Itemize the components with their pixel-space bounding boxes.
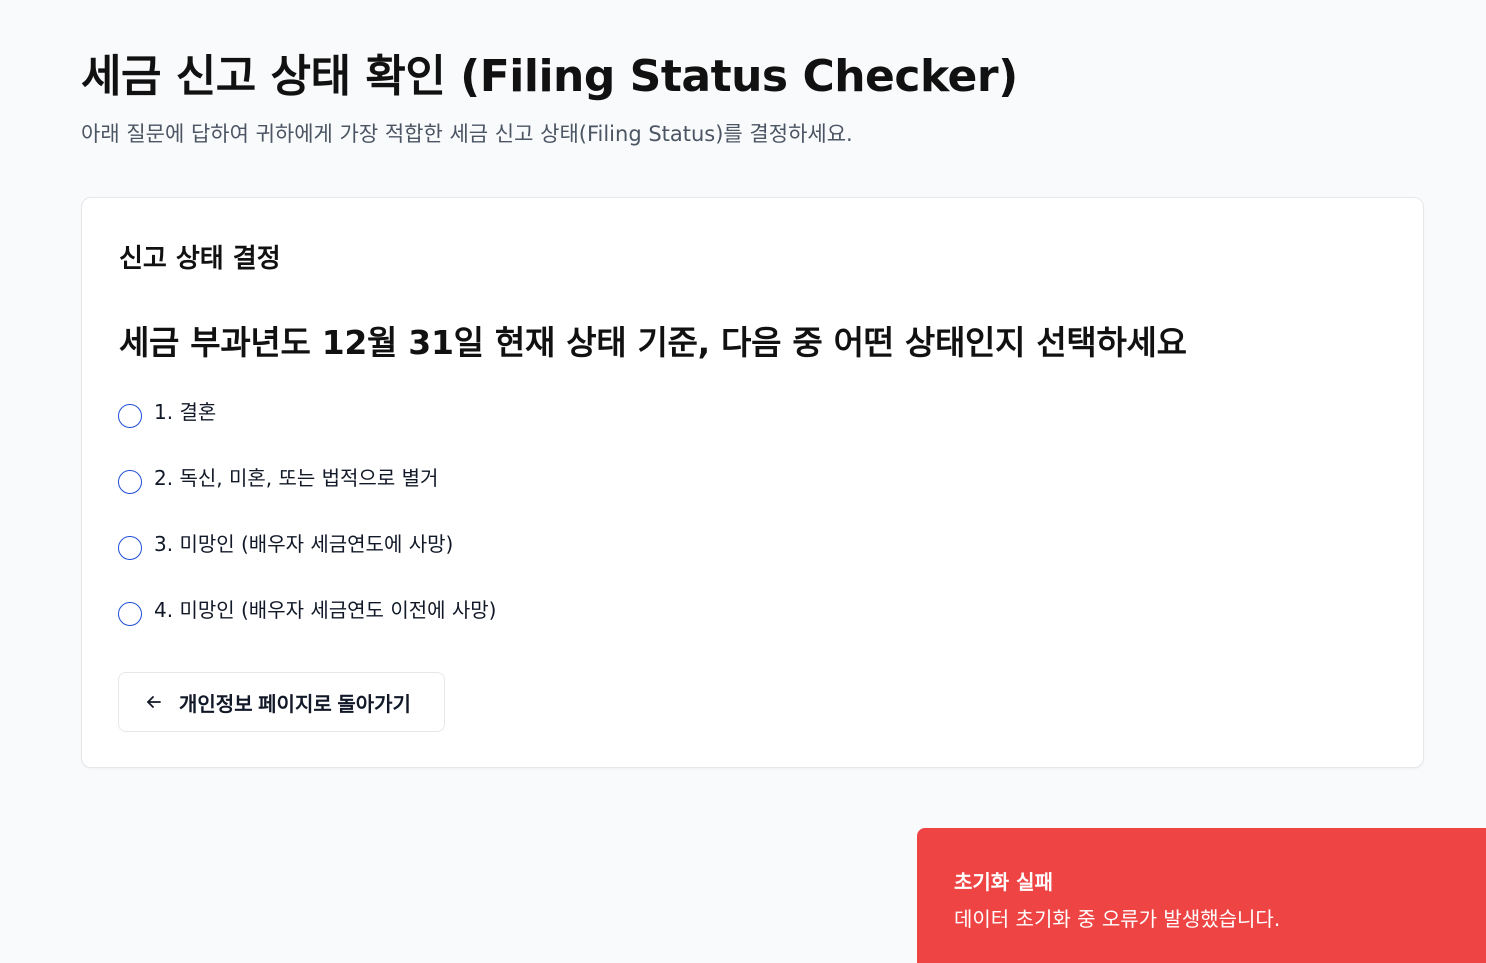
toast-title: 초기화 실패 xyxy=(954,870,1053,894)
back-button-label: 개인정보 페이지로 돌아가기 xyxy=(179,693,411,716)
radio-button[interactable] xyxy=(118,404,142,428)
radio-button[interactable] xyxy=(118,536,142,560)
option-married[interactable]: 1. 결혼 xyxy=(118,396,216,428)
page-subtitle: 아래 질문에 답하여 귀하에게 가장 적합한 세금 신고 상태(Filing S… xyxy=(81,122,853,146)
filing-status-page: 세금 신고 상태 확인 (Filing Status Checker) 아래 질… xyxy=(0,0,1486,963)
option-label: 2. 독신, 미혼, 또는 법적으로 별거 xyxy=(154,466,439,490)
toast-message: 데이터 초기화 중 오류가 발생했습니다. xyxy=(954,907,1281,931)
option-label: 4. 미망인 (배우자 세금연도 이전에 사망) xyxy=(154,598,497,622)
error-toast[interactable]: 초기화 실패 데이터 초기화 중 오류가 발생했습니다. xyxy=(917,828,1486,963)
option-widow-prior-year[interactable]: 4. 미망인 (배우자 세금연도 이전에 사망) xyxy=(118,594,496,626)
arrow-left-icon xyxy=(145,693,163,711)
radio-button[interactable] xyxy=(118,470,142,494)
filing-status-card: 신고 상태 결정 세금 부과년도 12월 31일 현재 상태 기준, 다음 중 … xyxy=(81,197,1424,768)
option-label: 3. 미망인 (배우자 세금연도에 사망) xyxy=(154,532,454,556)
page-title: 세금 신고 상태 확인 (Filing Status Checker) xyxy=(81,51,1018,102)
back-to-personal-info-button[interactable]: 개인정보 페이지로 돌아가기 xyxy=(118,672,445,732)
radio-button[interactable] xyxy=(118,602,142,626)
question-text: 세금 부과년도 12월 31일 현재 상태 기준, 다음 중 어떤 상태인지 선… xyxy=(119,323,1187,362)
option-widow-current-year[interactable]: 3. 미망인 (배우자 세금연도에 사망) xyxy=(118,528,453,560)
card-title: 신고 상태 결정 xyxy=(119,244,281,274)
option-single[interactable]: 2. 독신, 미혼, 또는 법적으로 별거 xyxy=(118,462,438,494)
option-label: 1. 결혼 xyxy=(154,400,217,424)
